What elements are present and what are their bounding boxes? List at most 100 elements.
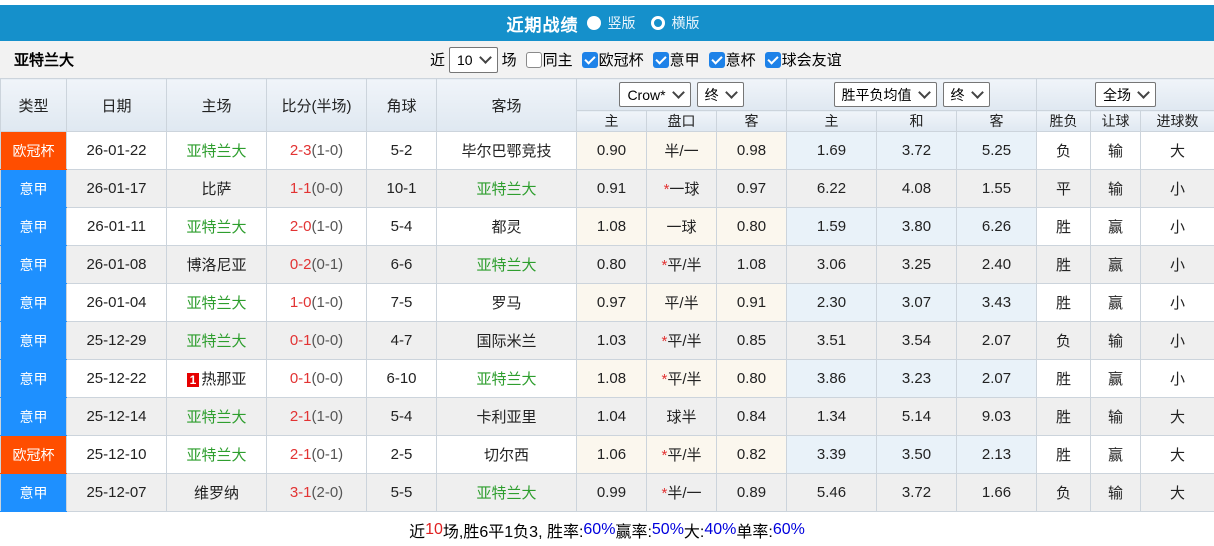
- chevron-down-icon: [970, 86, 984, 99]
- table-row: 意甲 25-12-07 维罗纳 3-1(2-0) 5-5 亚特兰大 0.99 *半/一 0.89…: [0, 473, 1214, 512]
- summary-segment: 大:: [683, 524, 705, 541]
- avg-draw: 3.80: [876, 207, 958, 246]
- games-suffix-label: 场: [501, 52, 517, 69]
- filter-checkbox-label[interactable]: 意甲: [670, 49, 700, 70]
- odds-away: 0.97: [715, 169, 788, 208]
- table-row: 意甲 25-12-14 亚特兰大 2-1(1-0) 5-4 卡利亚里 1.04 球半 0.84 1…: [0, 397, 1214, 436]
- avg-draw: 3.72: [876, 131, 958, 170]
- bookmaker-select[interactable]: Crow*: [619, 82, 691, 107]
- odds-handicap: *平/半: [646, 245, 717, 284]
- score-cell: 1-1(0-0): [266, 169, 367, 208]
- subcol-goals: 进球数: [1140, 110, 1214, 132]
- avg-away: 2.07: [956, 321, 1038, 360]
- home-team: 博洛尼亚: [166, 245, 267, 284]
- corner-score: 4-7: [366, 321, 437, 360]
- avg-time-select[interactable]: 终: [942, 82, 990, 107]
- layout-radio-label[interactable]: 竖版: [608, 13, 636, 33]
- layout-radio-label[interactable]: 横版: [672, 13, 700, 33]
- layout-radio-unselected[interactable]: [650, 16, 665, 30]
- avg-away: 6.26: [956, 207, 1038, 246]
- away-team: 毕尔巴鄂竞技: [436, 131, 577, 170]
- changed-odds-asterisk: *: [663, 181, 670, 198]
- score-cell: 2-1(1-0): [266, 397, 367, 436]
- result-handicap: 输: [1090, 473, 1142, 512]
- match-date: 25-12-22: [66, 359, 167, 398]
- corner-score: 5-2: [366, 131, 437, 170]
- filter-checkbox-label[interactable]: 欧冠杯: [599, 49, 644, 70]
- games-count-select[interactable]: 10: [449, 46, 498, 73]
- avg-draw: 5.14: [876, 397, 958, 436]
- red-card-badge: 1: [186, 373, 200, 387]
- odds-time-select[interactable]: 终: [696, 82, 744, 107]
- odds-handicap: *平/半: [646, 435, 717, 474]
- period-select[interactable]: 全场: [1095, 82, 1157, 107]
- avg-home: 2.30: [786, 283, 878, 322]
- avg-away: 1.55: [956, 169, 1038, 208]
- avg-away: 1.66: [956, 473, 1038, 512]
- match-type-badge: 意甲: [0, 169, 67, 208]
- away-team: 都灵: [436, 207, 577, 246]
- match-type-badge: 意甲: [0, 397, 67, 436]
- result-wdl: 胜: [1036, 245, 1092, 284]
- filter-checkbox[interactable]: [708, 51, 725, 68]
- result-wdl: 胜: [1036, 435, 1092, 474]
- result-goals: 小: [1140, 359, 1214, 398]
- filter-checkbox-label[interactable]: 意杯: [726, 49, 756, 70]
- avg-draw: 3.25: [876, 245, 958, 284]
- table-row: 意甲 26-01-11 亚特兰大 2-0(1-0) 5-4 都灵 1.08 一球 0.80 1.5…: [0, 207, 1214, 246]
- filter-checkbox-label[interactable]: 球会友谊: [782, 49, 842, 70]
- odds-away: 0.80: [715, 207, 788, 246]
- odds-away: 0.80: [715, 359, 788, 398]
- table-row: 欧冠杯 25-12-10 亚特兰大 2-1(0-1) 2-5 切尔西 1.06 *平/半 0.8…: [0, 435, 1214, 474]
- avg-type-select[interactable]: 胜平负均值: [833, 82, 937, 107]
- avg-home: 5.46: [786, 473, 878, 512]
- match-date: 26-01-04: [66, 283, 167, 322]
- corner-score: 5-4: [366, 397, 437, 436]
- avg-draw: 4.08: [876, 169, 958, 208]
- match-date: 25-12-10: [66, 435, 167, 474]
- match-date: 26-01-22: [66, 131, 167, 170]
- title-bar: 近期战绩 竖版 横版: [0, 5, 1214, 41]
- subcol-avg-home: 主: [786, 110, 878, 132]
- match-type-badge: 意甲: [0, 245, 67, 284]
- result-goals: 大: [1140, 473, 1214, 512]
- avg-home: 1.34: [786, 397, 878, 436]
- odds-handicap: *平/半: [646, 359, 717, 398]
- recent-results-panel: 近期战绩 竖版 横版 亚特兰大 近 10 场 同主 欧冠杯 意甲 意杯 球会友谊 类型 日…: [0, 0, 1214, 546]
- chevron-down-icon: [671, 86, 685, 99]
- filter-checkbox[interactable]: [652, 51, 669, 68]
- odds-home: 1.04: [576, 397, 647, 436]
- away-team: 亚特兰大: [436, 473, 577, 512]
- avg-home: 3.86: [786, 359, 878, 398]
- odds-away: 0.91: [715, 283, 788, 322]
- col-header-corner: 角球: [366, 78, 437, 132]
- results-tbody: 欧冠杯 26-01-22 亚特兰大 2-3(1-0) 5-2 毕尔巴鄂竞技 0.90 半/一 0…: [0, 131, 1214, 512]
- result-wdl: 胜: [1036, 283, 1092, 322]
- summary-segment: 10: [425, 521, 443, 538]
- odds-handicap: 球半: [646, 397, 717, 436]
- home-team: 亚特兰大: [166, 131, 267, 170]
- summary-segment: 场,胜6平1负3, 胜率:: [442, 524, 584, 541]
- chevron-down-icon: [478, 51, 492, 64]
- result-group-header: 全场: [1036, 78, 1214, 111]
- summary-segment: 40%: [704, 521, 737, 538]
- home-team: 亚特兰大: [166, 207, 267, 246]
- odds-away: 0.89: [715, 473, 788, 512]
- summary-row: 近 10 场,胜6平1负3, 胜率: 60% 赢率: 50% 大: 40% 单率: 60%: [0, 512, 1214, 546]
- avg-draw: 3.23: [876, 359, 958, 398]
- summary-segment: 单率:: [736, 524, 773, 541]
- filter-checkbox[interactable]: [581, 51, 598, 68]
- match-type-badge: 意甲: [0, 283, 67, 322]
- avg-group-header: 胜平负均值终: [786, 78, 1038, 111]
- layout-radio-selected[interactable]: [586, 16, 601, 30]
- score-cell: 2-3(1-0): [266, 131, 367, 170]
- match-date: 25-12-14: [66, 397, 167, 436]
- result-goals: 大: [1140, 435, 1214, 474]
- corner-score: 6-6: [366, 245, 437, 284]
- filter-checkbox-label[interactable]: 同主: [543, 49, 573, 70]
- odds-away: 0.98: [715, 131, 788, 170]
- score-cell: 2-0(1-0): [266, 207, 367, 246]
- filter-checkbox[interactable]: [764, 51, 781, 68]
- filter-checkbox[interactable]: [525, 51, 542, 68]
- home-team: 亚特兰大: [166, 321, 267, 360]
